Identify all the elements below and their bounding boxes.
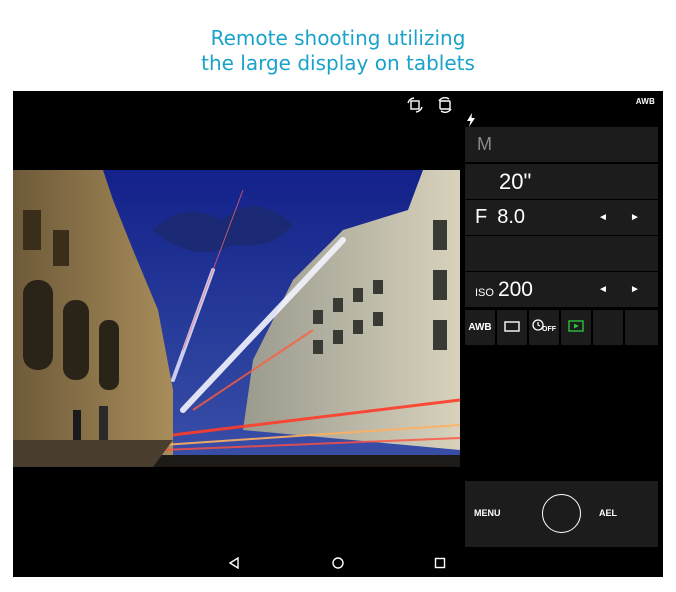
rotate-crop-icon[interactable] bbox=[405, 96, 425, 114]
menu-button[interactable]: MENU bbox=[474, 508, 501, 518]
iso-value: 200 bbox=[497, 277, 533, 301]
self-timer-off-icon: OFF bbox=[532, 317, 557, 338]
auto-review-button[interactable] bbox=[561, 310, 591, 345]
shutter-button[interactable] bbox=[542, 494, 581, 533]
flash-icon bbox=[466, 113, 476, 127]
iso-decrease-button[interactable]: ◄ bbox=[598, 284, 608, 295]
recents-icon[interactable] bbox=[432, 555, 448, 571]
empty-setting-slot bbox=[593, 310, 623, 345]
shooting-mode: M bbox=[477, 134, 492, 154]
auto-review-icon bbox=[568, 319, 584, 337]
shutter-controls: MENU AEL bbox=[465, 481, 658, 547]
home-icon[interactable] bbox=[330, 555, 346, 571]
headline: Remote shooting utilizing the large disp… bbox=[0, 26, 676, 76]
aperture-increase-button[interactable]: ► bbox=[630, 212, 640, 223]
swap-camera-icon[interactable] bbox=[435, 96, 455, 114]
iso-row: ISO 200 ◄ ► bbox=[465, 272, 658, 307]
headline-line-2: the large display on tablets bbox=[201, 51, 475, 75]
shutter-speed-row[interactable]: 20" bbox=[465, 164, 658, 199]
aperture-value: 8.0 bbox=[497, 206, 526, 228]
white-balance-status: AWB bbox=[635, 97, 655, 106]
android-nav-bar bbox=[13, 549, 663, 577]
iso-prefix: ISO bbox=[475, 286, 494, 299]
ael-button[interactable]: AEL bbox=[599, 508, 617, 518]
headline-line-1: Remote shooting utilizing bbox=[210, 26, 466, 50]
svg-text:OFF: OFF bbox=[542, 326, 556, 333]
live-view-image bbox=[13, 170, 460, 467]
shooting-mode-row[interactable]: M bbox=[465, 127, 658, 162]
aperture-arrows: ◄ ► bbox=[598, 212, 640, 223]
back-icon[interactable] bbox=[226, 555, 242, 571]
white-balance-button[interactable]: AWB bbox=[465, 310, 495, 345]
iso-increase-button[interactable]: ► bbox=[630, 284, 640, 295]
top-icon-bar bbox=[405, 96, 455, 114]
iso-arrows: ◄ ► bbox=[598, 284, 640, 295]
aperture-row: F 8.0 ◄ ► bbox=[465, 200, 658, 235]
single-shot-icon bbox=[504, 319, 520, 337]
empty-setting-slot bbox=[625, 310, 658, 345]
aperture-decrease-button[interactable]: ◄ bbox=[598, 212, 608, 223]
tablet-screen: AWB M 20" F 8.0 ◄ ► ISO 200 ◄ ► AWB OFF … bbox=[13, 91, 663, 577]
quick-settings-row: AWB OFF bbox=[465, 310, 658, 345]
shutter-speed-value: 20" bbox=[499, 168, 532, 194]
self-timer-button[interactable]: OFF bbox=[529, 310, 559, 345]
aperture-prefix: F bbox=[475, 206, 488, 228]
drive-mode-button[interactable] bbox=[497, 310, 527, 345]
exposure-comp-row bbox=[465, 236, 658, 271]
